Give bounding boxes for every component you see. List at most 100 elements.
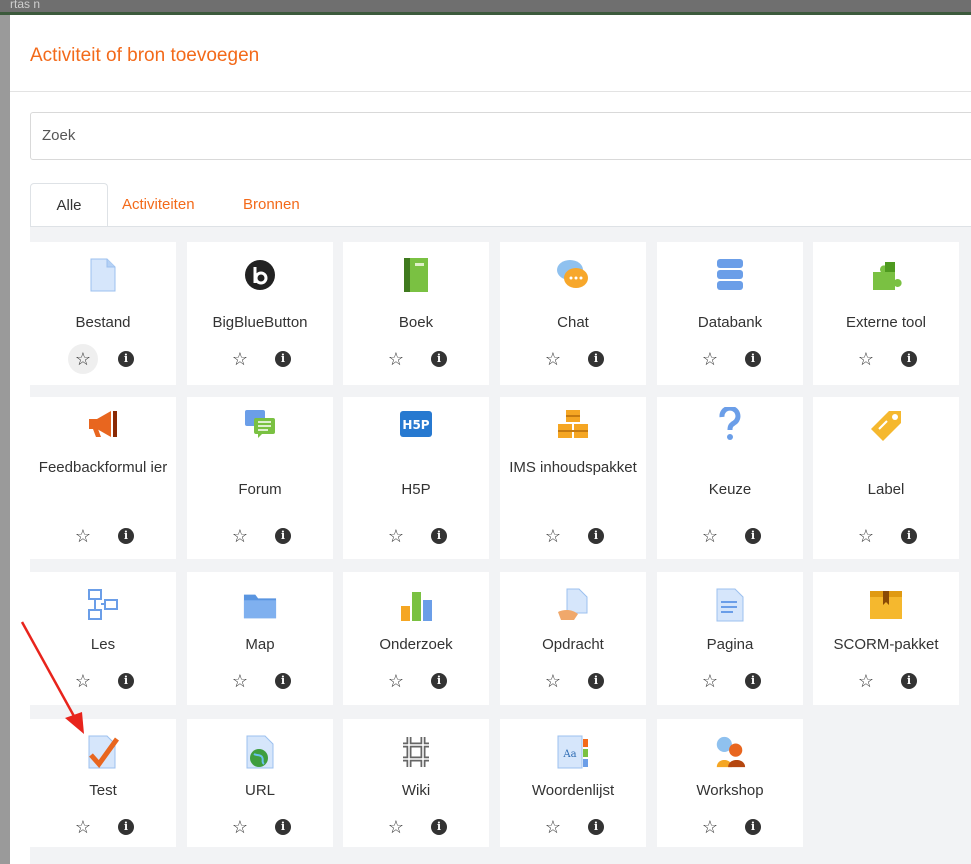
search-input[interactable]: Zoek	[30, 112, 971, 160]
star-icon[interactable]: ☆	[68, 812, 98, 842]
activity-card-opdracht[interactable]: Opdracht ☆ i	[500, 572, 646, 705]
info-icon[interactable]: i	[588, 673, 604, 689]
info-icon[interactable]: i	[431, 528, 447, 544]
svg-text:Aa: Aa	[562, 749, 576, 760]
info-icon[interactable]: i	[588, 351, 604, 367]
activity-card-forum[interactable]: Forum ☆ i	[187, 397, 333, 559]
info-icon[interactable]: i	[431, 673, 447, 689]
info-icon[interactable]: i	[745, 819, 761, 835]
info-icon[interactable]: i	[275, 528, 291, 544]
star-icon[interactable]: ☆	[381, 812, 411, 842]
star-icon[interactable]: ☆	[225, 812, 255, 842]
info-icon[interactable]: i	[588, 528, 604, 544]
activity-card-h5p[interactable]: H5P H5P ☆ i	[343, 397, 489, 559]
activity-actions: ☆ i	[343, 521, 489, 551]
info-icon[interactable]: i	[745, 351, 761, 367]
info-icon[interactable]: i	[901, 351, 917, 367]
activity-actions: ☆ i	[30, 344, 176, 374]
activity-actions: ☆ i	[657, 521, 803, 551]
star-icon[interactable]: ☆	[381, 521, 411, 551]
info-icon[interactable]: i	[275, 673, 291, 689]
info-icon[interactable]: i	[431, 819, 447, 835]
star-icon[interactable]: ☆	[538, 812, 568, 842]
activity-card-onderzoek[interactable]: Onderzoek ☆ i	[343, 572, 489, 705]
url-icon	[243, 735, 277, 769]
star-icon[interactable]: ☆	[381, 344, 411, 374]
tab-activiteiten[interactable]: Activiteiten	[112, 183, 205, 227]
add-activity-modal: Activiteit of bron toevoegen Zoek Alle A…	[10, 15, 971, 864]
activity-card-boek[interactable]: Boek ☆ i	[343, 242, 489, 385]
background-header: rtas n	[0, 0, 971, 15]
activity-card-keuze[interactable]: Keuze ☆ i	[657, 397, 803, 559]
activity-card-ims-inhoudspakket[interactable]: IMS inhoudspakket ☆ i	[500, 397, 646, 559]
info-icon[interactable]: i	[745, 528, 761, 544]
activity-label: SCORM-pakket	[833, 636, 939, 653]
star-icon[interactable]: ☆	[851, 521, 881, 551]
bigbluebutton-icon	[243, 258, 277, 292]
info-icon[interactable]: i	[431, 351, 447, 367]
activity-card-workshop[interactable]: Workshop ☆ i	[657, 719, 803, 847]
star-icon[interactable]: ☆	[695, 344, 725, 374]
activity-card-chat[interactable]: Chat ☆ i	[500, 242, 646, 385]
activity-card-bestand[interactable]: Bestand ☆ i	[30, 242, 176, 385]
activity-actions: ☆ i	[187, 521, 333, 551]
star-icon[interactable]: ☆	[225, 344, 255, 374]
info-icon[interactable]: i	[901, 673, 917, 689]
activity-card-map[interactable]: Map ☆ i	[187, 572, 333, 705]
activity-card-woordenlijst[interactable]: Aa Woordenlijst ☆ i	[500, 719, 646, 847]
activity-card-feedbackformul-ier[interactable]: Feedbackformul ier ☆ i	[30, 397, 176, 559]
database-icon	[713, 258, 747, 292]
star-icon[interactable]: ☆	[68, 666, 98, 696]
star-icon[interactable]: ☆	[695, 812, 725, 842]
activity-label: BigBlueButton	[212, 314, 308, 331]
star-icon[interactable]: ☆	[68, 521, 98, 551]
info-icon[interactable]: i	[745, 673, 761, 689]
activity-card-databank[interactable]: Databank ☆ i	[657, 242, 803, 385]
star-icon[interactable]: ☆	[538, 666, 568, 696]
activity-card-bigbluebutton[interactable]: BigBlueButton ☆ i	[187, 242, 333, 385]
activity-label: Label	[867, 481, 905, 498]
info-icon[interactable]: i	[901, 528, 917, 544]
tab-alle[interactable]: Alle	[30, 183, 108, 227]
star-icon[interactable]: ☆	[381, 666, 411, 696]
glossary-icon: Aa	[556, 735, 590, 769]
activity-card-pagina[interactable]: Pagina ☆ i	[657, 572, 803, 705]
activity-actions: ☆ i	[30, 666, 176, 696]
info-icon[interactable]: i	[118, 528, 134, 544]
wiki-icon	[399, 735, 433, 769]
star-icon[interactable]: ☆	[538, 344, 568, 374]
activity-label: Opdracht	[542, 636, 604, 653]
scorm-icon	[869, 588, 903, 622]
info-icon[interactable]: i	[275, 819, 291, 835]
star-icon[interactable]: ☆	[225, 521, 255, 551]
star-icon[interactable]: ☆	[225, 666, 255, 696]
activity-card-wiki[interactable]: Wiki ☆ i	[343, 719, 489, 847]
activity-card-url[interactable]: URL ☆ i	[187, 719, 333, 847]
info-icon[interactable]: i	[118, 351, 134, 367]
page-icon	[713, 588, 747, 622]
activity-card-les[interactable]: Les ☆ i	[30, 572, 176, 705]
star-icon[interactable]: ☆	[695, 521, 725, 551]
info-icon[interactable]: i	[588, 819, 604, 835]
tab-bronnen[interactable]: Bronnen	[233, 183, 310, 227]
activity-card-externe-tool[interactable]: Externe tool ☆ i	[813, 242, 959, 385]
lesson-icon	[86, 588, 120, 622]
activity-card-test[interactable]: Test ☆ i	[30, 719, 176, 847]
activity-label: URL	[244, 782, 275, 799]
info-icon[interactable]: i	[118, 819, 134, 835]
activity-card-scorm-pakket[interactable]: SCORM-pakket ☆ i	[813, 572, 959, 705]
chat-icon	[556, 258, 590, 292]
info-icon[interactable]: i	[118, 673, 134, 689]
star-icon[interactable]: ☆	[538, 521, 568, 551]
activity-label: Map	[245, 636, 275, 653]
star-icon[interactable]: ☆	[68, 344, 98, 374]
info-icon[interactable]: i	[275, 351, 291, 367]
activity-label: H5P	[401, 481, 431, 498]
svg-text:H5P: H5P	[402, 418, 429, 432]
activity-card-label[interactable]: Label ☆ i	[813, 397, 959, 559]
activity-actions: ☆ i	[343, 344, 489, 374]
star-icon[interactable]: ☆	[695, 666, 725, 696]
star-icon[interactable]: ☆	[851, 666, 881, 696]
question-icon	[713, 407, 747, 441]
star-icon[interactable]: ☆	[851, 344, 881, 374]
